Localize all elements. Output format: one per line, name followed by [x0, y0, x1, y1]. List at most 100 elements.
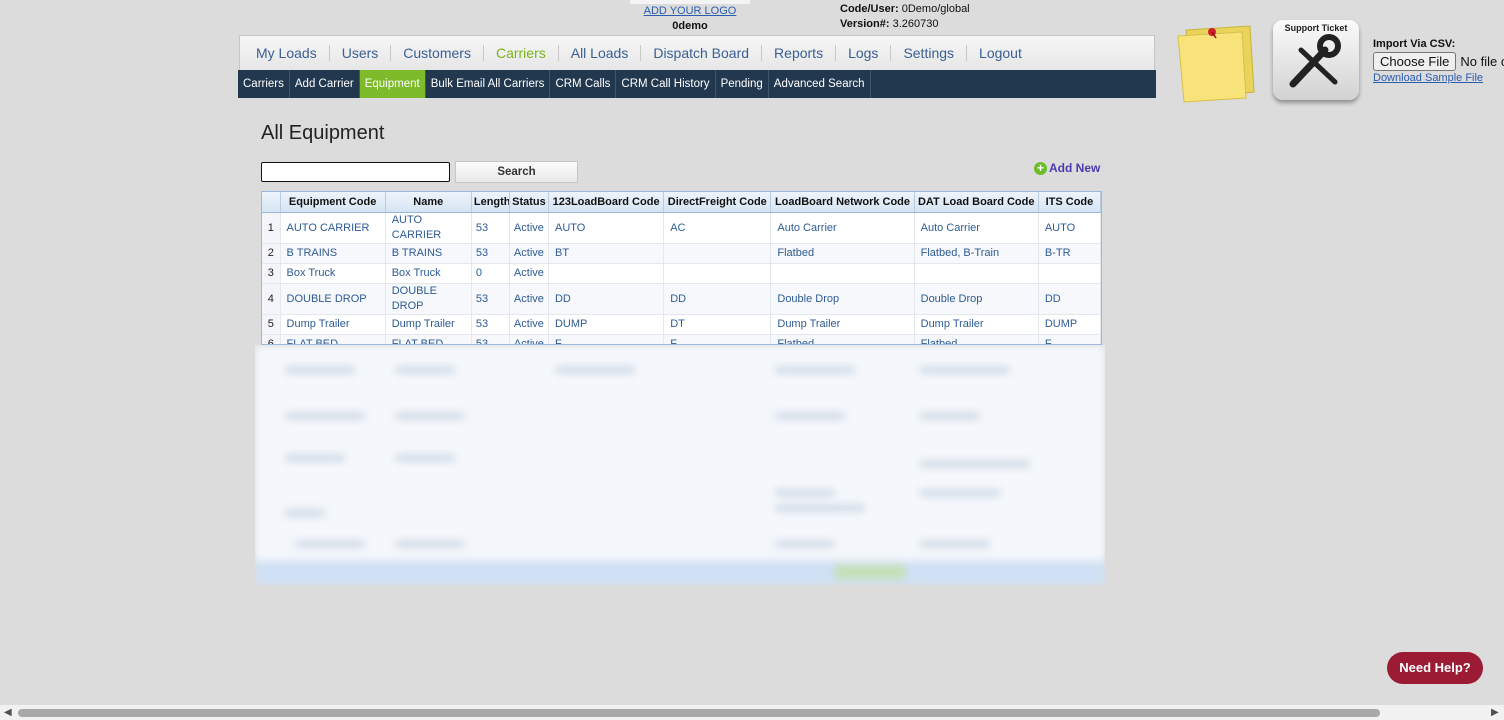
add-logo-link[interactable]: ADD YOUR LOGO: [630, 5, 750, 17]
cell-length: 53: [471, 334, 510, 344]
version-label: Version#:: [840, 18, 890, 30]
cell-123loadboard-code: F: [548, 334, 665, 344]
cell-equipment-code[interactable]: Dump Trailer: [280, 314, 386, 335]
scrollbar-thumb[interactable]: [18, 709, 1380, 717]
sticky-note-icon[interactable]: [1172, 22, 1258, 106]
subnav-bulk-email[interactable]: Bulk Email All Carriers: [426, 70, 551, 98]
table-row[interactable]: 6 FLAT BED FLAT BED 53 Active F F Flatbe…: [262, 334, 1101, 344]
cell-dat-code: Auto Carrier: [914, 212, 1039, 244]
cell-equipment-code[interactable]: FLAT BED: [280, 334, 386, 344]
table-row[interactable]: 5 Dump Trailer Dump Trailer 53 Active DU…: [262, 314, 1101, 335]
sub-nav: Carriers Add Carrier Equipment Bulk Emai…: [238, 70, 1156, 98]
cell-status: Active: [509, 243, 549, 264]
choose-file-button[interactable]: Choose File: [1373, 52, 1457, 71]
cell-name[interactable]: B TRAINS: [385, 243, 472, 264]
nav-customers[interactable]: Customers: [391, 45, 483, 61]
cell-dat-code: Flatbed: [914, 334, 1039, 344]
nav-reports[interactable]: Reports: [762, 45, 835, 61]
horizontal-scrollbar[interactable]: ◀ ▶: [0, 705, 1504, 720]
cell-length: 53: [471, 243, 510, 264]
need-help-button[interactable]: Need Help?: [1387, 652, 1483, 684]
column-header-directfreight-code[interactable]: DirectFreight Code: [663, 192, 772, 213]
column-header-loadboard-network-code[interactable]: LoadBoard Network Code: [770, 192, 915, 213]
nav-logs[interactable]: Logs: [836, 45, 890, 61]
cell-name[interactable]: AUTO CARRIER: [385, 212, 472, 244]
cell-its-code: DUMP: [1038, 314, 1101, 335]
scroll-right-icon[interactable]: ▶: [1491, 705, 1499, 720]
cell-dat-code: [914, 263, 1039, 284]
file-status: No file chosen: [1460, 54, 1504, 69]
wrench-screwdriver-icon: [1289, 34, 1341, 88]
cell-its-code: [1038, 263, 1101, 284]
cell-equipment-code[interactable]: B TRAINS: [280, 243, 386, 264]
cell-123loadboard-code: [548, 263, 665, 284]
cell-loadboard-network-code: Flatbed: [770, 243, 915, 264]
download-sample-link[interactable]: Download Sample File: [1373, 72, 1504, 84]
cell-equipment-code[interactable]: DOUBLE DROP: [280, 283, 386, 315]
nav-logout[interactable]: Logout: [967, 45, 1034, 61]
subnav-pending[interactable]: Pending: [716, 70, 769, 98]
cell-123loadboard-code: BT: [548, 243, 665, 264]
cell-length: 0: [471, 263, 510, 284]
cell-equipment-code[interactable]: Box Truck: [280, 263, 386, 284]
column-header-dat-code[interactable]: DAT Load Board Code: [914, 192, 1039, 213]
nav-carriers[interactable]: Carriers: [484, 45, 558, 61]
cell-status: Active: [509, 314, 549, 335]
search-button[interactable]: Search: [455, 161, 578, 183]
row-number: 6: [262, 334, 281, 344]
cell-123loadboard-code: DUMP: [548, 314, 665, 335]
cell-its-code: DD: [1038, 283, 1101, 315]
cell-status: Active: [509, 263, 549, 284]
cell-status: Active: [509, 212, 549, 244]
logo-area: ADD YOUR LOGO 0demo: [630, 0, 750, 32]
blurred-rows: [255, 345, 1105, 585]
search-input[interactable]: [261, 162, 450, 182]
subnav-crm-calls[interactable]: CRM Calls: [550, 70, 617, 98]
cell-directfreight-code: DT: [663, 314, 772, 335]
subnav-carriers[interactable]: Carriers: [238, 70, 290, 98]
cell-equipment-code[interactable]: AUTO CARRIER: [280, 212, 386, 244]
cell-name[interactable]: FLAT BED: [385, 334, 472, 344]
support-ticket-button[interactable]: Support Ticket: [1273, 20, 1359, 102]
cell-name[interactable]: DOUBLE DROP: [385, 283, 472, 315]
column-header-rownum: [262, 192, 281, 213]
subnav-crm-call-history[interactable]: CRM Call History: [616, 70, 716, 98]
column-header-name[interactable]: Name: [385, 192, 472, 213]
cell-loadboard-network-code: Flatbed: [770, 334, 915, 344]
column-header-123loadboard-code[interactable]: 123LoadBoard Code: [548, 192, 665, 213]
nav-all-loads[interactable]: All Loads: [559, 45, 641, 61]
row-number: 4: [262, 283, 281, 315]
table-row[interactable]: 3 Box Truck Box Truck 0 Active: [262, 263, 1101, 284]
column-header-length[interactable]: Length: [471, 192, 510, 213]
company-name: 0demo: [672, 20, 708, 32]
nav-settings[interactable]: Settings: [891, 45, 966, 61]
cell-loadboard-network-code: Auto Carrier: [770, 212, 915, 244]
subnav-equipment[interactable]: Equipment: [359, 70, 426, 98]
subnav-add-carrier[interactable]: Add Carrier: [290, 70, 360, 98]
cell-directfreight-code: F: [663, 334, 772, 344]
row-number: 1: [262, 212, 281, 244]
table-row[interactable]: 4 DOUBLE DROP DOUBLE DROP 53 Active DD D…: [262, 283, 1101, 315]
column-header-equipment-code[interactable]: Equipment Code: [280, 192, 386, 213]
column-header-status[interactable]: Status: [509, 192, 549, 213]
add-new-button[interactable]: + Add New: [1034, 161, 1100, 175]
cell-length: 53: [471, 212, 510, 244]
scroll-left-icon[interactable]: ◀: [4, 705, 12, 720]
cell-its-code: AUTO: [1038, 212, 1101, 244]
cell-length: 53: [471, 283, 510, 315]
nav-my-loads[interactable]: My Loads: [244, 45, 329, 61]
cell-loadboard-network-code: Dump Trailer: [770, 314, 915, 335]
nav-dispatch-board[interactable]: Dispatch Board: [641, 45, 761, 61]
table-row[interactable]: 2 B TRAINS B TRAINS 53 Active BT Flatbed…: [262, 243, 1101, 264]
cell-name[interactable]: Dump Trailer: [385, 314, 472, 335]
column-header-its-code[interactable]: ITS Code: [1038, 192, 1101, 213]
cell-name[interactable]: Box Truck: [385, 263, 472, 284]
csv-import-label: Import Via CSV:: [1373, 38, 1456, 50]
subnav-advanced-search[interactable]: Advanced Search: [769, 70, 871, 98]
cell-length: 53: [471, 314, 510, 335]
page-title: All Equipment: [261, 122, 385, 144]
nav-users[interactable]: Users: [330, 45, 391, 61]
version-value: 3.260730: [892, 18, 939, 30]
cell-status: Active: [509, 334, 549, 344]
table-row[interactable]: 1 AUTO CARRIER AUTO CARRIER 53 Active AU…: [262, 212, 1101, 244]
